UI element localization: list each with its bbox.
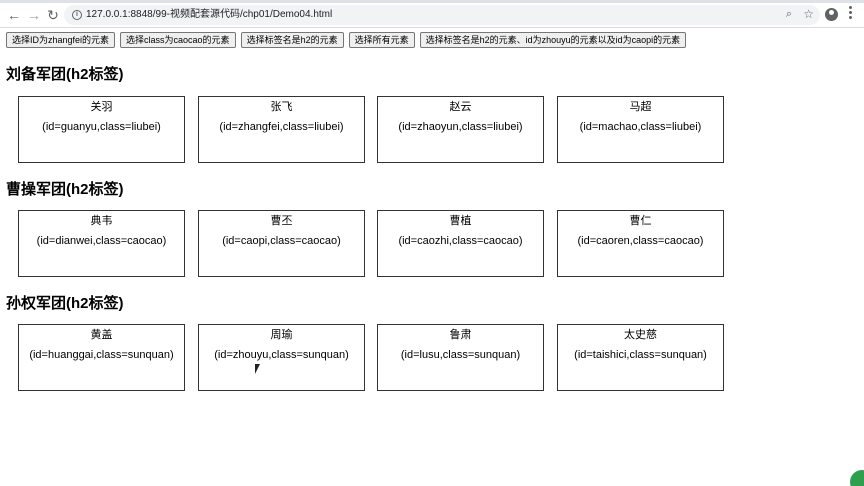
card-name: 马超 <box>629 101 652 113</box>
card-name: 曹丕 <box>270 215 293 227</box>
select-all-button[interactable]: 选择所有元素 <box>348 32 415 48</box>
mouse-cursor-icon <box>255 364 260 374</box>
card-attr: (id=huanggai,class=sunquan) <box>29 349 174 361</box>
card-machao: 马超 (id=machao,class=liubei) <box>557 96 724 163</box>
card-name: 赵云 <box>449 101 472 113</box>
card-taishici: 太史慈 (id=taishici,class=sunquan) <box>557 324 724 391</box>
card-name: 典韦 <box>90 215 113 227</box>
card-name: 黄盖 <box>90 329 113 341</box>
card-dianwei: 典韦 (id=dianwei,class=caocao) <box>18 210 185 277</box>
browser-toolbar: ← → ↻ i 127.0.0.1:8848/99-视频配套源代码/chp01/… <box>0 0 864 28</box>
back-arrow-icon[interactable]: ← <box>6 7 22 23</box>
section-title-sunquan: 孙权军团(h2标签) <box>6 295 124 312</box>
card-attr: (id=guanyu,class=liubei) <box>42 121 161 133</box>
card-attr: (id=lusu,class=sunquan) <box>400 349 521 361</box>
card-huanggai: 黄盖 (id=huanggai,class=sunquan) <box>18 324 185 391</box>
card-name: 鲁肃 <box>449 329 472 341</box>
forward-arrow-icon[interactable]: → <box>26 7 42 23</box>
info-icon[interactable]: i <box>72 10 82 20</box>
card-attr: (id=caopi,class=caocao) <box>222 235 341 247</box>
card-attr: (id=zhangfei,class=liubei) <box>219 121 344 133</box>
profile-avatar-icon[interactable] <box>825 8 838 21</box>
select-multiple-button[interactable]: 选择标签名是h2的元素、id为zhouyu的元素以及id为caopi的元素 <box>419 32 687 48</box>
select-zhangfei-button[interactable]: 选择ID为zhangfei的元素 <box>6 32 116 48</box>
select-caocao-class-button[interactable]: 选择class为caocao的元素 <box>120 32 236 48</box>
kebab-menu-icon[interactable] <box>847 6 853 21</box>
card-name: 太史慈 <box>624 329 657 341</box>
card-zhouyu: 周瑜 (id=zhouyu,class=sunquan) <box>198 324 365 391</box>
card-attr: (id=caozhi,class=caocao) <box>398 235 523 247</box>
card-caozhi: 曹植 (id=caozhi,class=caocao) <box>377 210 544 277</box>
card-name: 曹仁 <box>629 215 652 227</box>
card-zhaoyun: 赵云 (id=zhaoyun,class=liubei) <box>377 96 544 163</box>
reload-icon[interactable]: ↻ <box>45 7 61 23</box>
card-caoren: 曹仁 (id=caoren,class=caocao) <box>557 210 724 277</box>
card-attr: (id=zhaoyun,class=liubei) <box>398 121 523 133</box>
card-zhangfei: 张飞 (id=zhangfei,class=liubei) <box>198 96 365 163</box>
card-attr: (id=taishici,class=sunquan) <box>574 349 707 361</box>
card-name: 张飞 <box>270 101 293 113</box>
card-attr: (id=zhouyu,class=sunquan) <box>214 349 349 361</box>
card-name: 关羽 <box>90 101 113 113</box>
card-attr: (id=dianwei,class=caocao) <box>36 235 167 247</box>
card-name: 曹植 <box>449 215 472 227</box>
zoom-icon[interactable]: ⌕ <box>786 8 792 21</box>
card-name: 周瑜 <box>270 329 293 341</box>
card-attr: (id=machao,class=liubei) <box>579 121 702 133</box>
tab-strip-edge <box>0 0 864 3</box>
card-caopi: 曹丕 (id=caopi,class=caocao) <box>198 210 365 277</box>
corner-badge-icon <box>850 470 864 486</box>
section-title-liubei: 刘备军团(h2标签) <box>6 66 124 83</box>
card-lusu: 鲁肃 (id=lusu,class=sunquan) <box>377 324 544 391</box>
bookmark-star-icon[interactable]: ☆ <box>803 7 814 21</box>
address-bar[interactable]: i 127.0.0.1:8848/99-视频配套源代码/chp01/Demo04… <box>64 5 820 25</box>
card-guanyu: 关羽 (id=guanyu,class=liubei) <box>18 96 185 163</box>
url-text[interactable]: 127.0.0.1:8848/99-视频配套源代码/chp01/Demo04.h… <box>86 8 332 22</box>
section-title-caocao: 曹操军团(h2标签) <box>6 181 124 198</box>
card-attr: (id=caoren,class=caocao) <box>577 235 704 247</box>
selector-button-row: 选择ID为zhangfei的元素 选择class为caocao的元素 选择标签名… <box>6 32 687 48</box>
select-h2-button[interactable]: 选择标签名是h2的元素 <box>240 32 344 48</box>
